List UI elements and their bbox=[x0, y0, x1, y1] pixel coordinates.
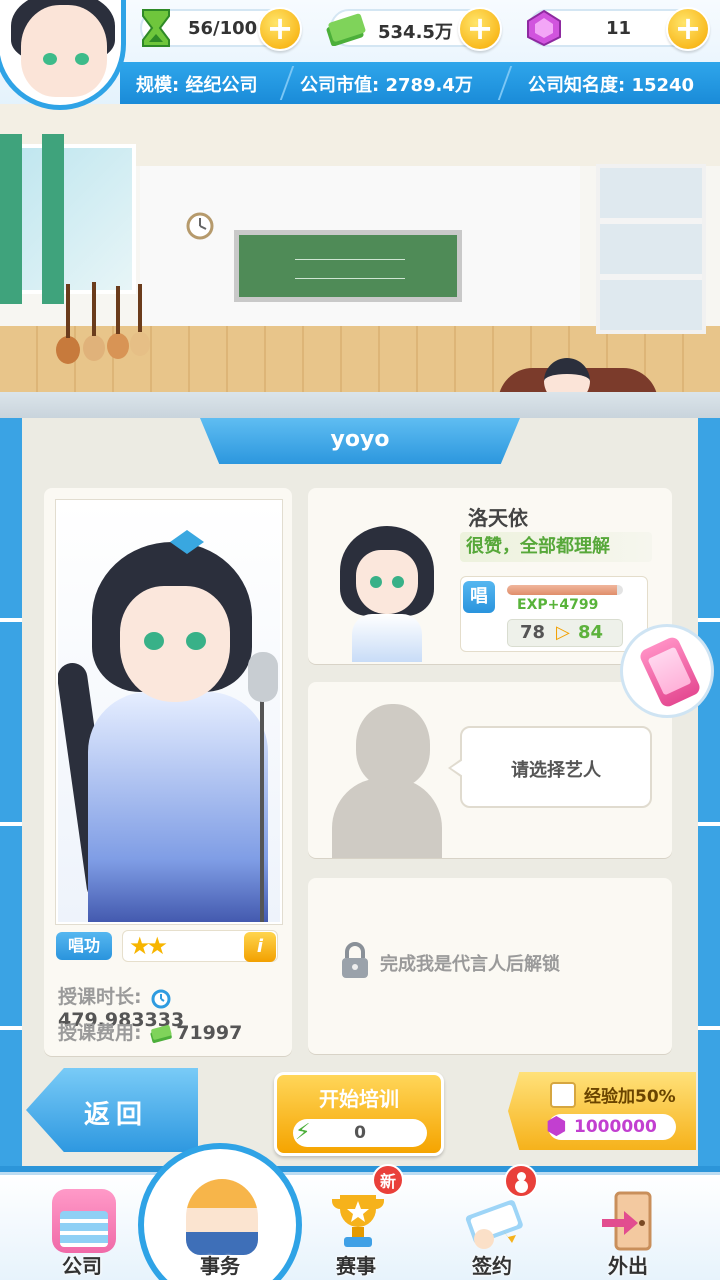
lesson-duration-label: 授课时长: bbox=[58, 986, 142, 1008]
trainer-comment: 很赞，全部都理解 bbox=[460, 532, 652, 562]
cash-stack-icon bbox=[324, 5, 368, 51]
trainer-avatar bbox=[332, 514, 442, 662]
training-panel: 唱功 ★★ i 授课时长: 479.983333 授课费用: 71997 洛天依… bbox=[0, 392, 720, 1172]
training-cost: ⚡ 0 bbox=[293, 1119, 427, 1147]
player-avatar[interactable] bbox=[0, 0, 126, 110]
add-gems-button[interactable]: + bbox=[666, 7, 710, 51]
contract-scroll-icon bbox=[465, 1200, 523, 1249]
nav-label-events: 赛事 bbox=[336, 1254, 376, 1278]
artist-portrait bbox=[56, 500, 282, 924]
alarm-clock-icon bbox=[151, 989, 171, 1008]
exp-bonus-option[interactable]: 经验加50% ⬢ 1000000 bbox=[508, 1072, 696, 1150]
nav-label-contract: 签约 bbox=[472, 1254, 512, 1278]
star-icons: ★★ bbox=[129, 932, 168, 960]
sing-skill-tag: 唱 bbox=[463, 581, 495, 613]
gem-value: 11 bbox=[606, 18, 632, 39]
locked-slot-text: 完成我是代言人后解锁 bbox=[380, 954, 560, 975]
artist-name-tab: yoyo bbox=[200, 418, 520, 464]
back-button[interactable]: 返回 bbox=[26, 1068, 198, 1152]
lesson-fee-row: 授课费用: 71997 bbox=[58, 1018, 242, 1045]
lesson-fee-value: 71997 bbox=[176, 1022, 243, 1044]
trainer-card: 洛天依 很赞，全部都理解 唱 EXP+4799 78 ▷ 84 bbox=[308, 488, 672, 664]
exp-gain: EXP+4799 bbox=[517, 597, 599, 613]
exit-door-icon bbox=[602, 1191, 652, 1251]
add-energy-button[interactable]: + bbox=[258, 7, 302, 51]
hourglass-icon bbox=[134, 5, 178, 51]
training-cost-value: 0 bbox=[354, 1123, 366, 1143]
trophy-shelf bbox=[596, 164, 706, 334]
nav-item-go-out[interactable]: 外出 bbox=[568, 1175, 688, 1280]
guitars-icon bbox=[56, 282, 150, 364]
nav-item-affairs[interactable]: 事务 bbox=[160, 1175, 280, 1280]
info-button[interactable]: i bbox=[244, 932, 276, 962]
manager-icon bbox=[186, 1179, 258, 1255]
money-counter: 534.5万 + bbox=[326, 7, 502, 51]
company-info-bar: 规模: 经纪公司 公司市值: 2789.4万 公司知名度: 15240 bbox=[120, 62, 720, 104]
gem-icon: ⬢ bbox=[546, 1112, 567, 1140]
company-building-icon bbox=[52, 1189, 116, 1253]
padlock-icon bbox=[342, 942, 368, 978]
back-button-label: 返回 bbox=[84, 1100, 149, 1130]
contract-notification-badge bbox=[504, 1164, 538, 1198]
exp-bonus-label: 经验加50% bbox=[584, 1087, 676, 1107]
locked-slot-card: 完成我是代言人后解锁 bbox=[308, 878, 672, 1054]
company-scale: 规模: 经纪公司 bbox=[136, 75, 258, 96]
energy-value: 56/100 bbox=[188, 18, 258, 39]
money-value: 534.5万 bbox=[378, 22, 453, 43]
company-fame: 公司知名度: 15240 bbox=[528, 75, 695, 96]
level-from: 78 bbox=[520, 622, 546, 643]
wall-clock-icon bbox=[186, 212, 214, 240]
bottom-nav: 公司 事务 赛事 签约 外出 bbox=[0, 1143, 720, 1280]
microphone-icon bbox=[248, 652, 278, 702]
trainer-name: 洛天依 bbox=[468, 506, 528, 530]
trophy-icon bbox=[332, 1195, 384, 1247]
skill-badge: 唱功 bbox=[56, 932, 112, 960]
add-money-button[interactable]: + bbox=[458, 7, 502, 51]
window bbox=[10, 144, 136, 294]
energy-counter: 56/100 + bbox=[140, 7, 302, 51]
exp-bonus-cost: ⬢ 1000000 bbox=[546, 1112, 676, 1140]
nav-item-company[interactable]: 公司 bbox=[22, 1175, 142, 1280]
arrow-right-icon: ▷ bbox=[556, 622, 570, 643]
select-artist-prompt: 请选择艺人 bbox=[511, 760, 601, 781]
exp-panel: 唱 EXP+4799 78 ▷ 84 bbox=[460, 576, 648, 652]
lesson-fee-label: 授课费用: bbox=[58, 1022, 142, 1044]
select-artist-bubble[interactable]: 请选择艺人 bbox=[448, 726, 652, 808]
start-training-button[interactable]: 开始培训 ⚡ 0 bbox=[274, 1072, 444, 1156]
level-change: 78 ▷ 84 bbox=[507, 619, 623, 647]
curtain-left bbox=[0, 134, 22, 304]
gem-icon bbox=[522, 5, 566, 51]
nav-label-go-out: 外出 bbox=[608, 1254, 648, 1278]
chalkboard bbox=[234, 230, 462, 302]
new-badge: 新 bbox=[372, 1164, 404, 1196]
artist-portrait-card: 唱功 ★★ i 授课时长: 479.983333 授课费用: 71997 bbox=[44, 488, 292, 1056]
top-bar: 56/100 + 534.5万 + 11 + 规模: 经纪公司 公司市值: 27… bbox=[0, 0, 720, 110]
exp-bonus-cost-value: 1000000 bbox=[574, 1117, 657, 1137]
level-to: 84 bbox=[578, 622, 604, 643]
start-training-label: 开始培训 bbox=[319, 1087, 399, 1111]
nav-label-affairs: 事务 bbox=[200, 1254, 240, 1278]
exp-progress-bar bbox=[507, 585, 623, 595]
gem-counter: 11 + bbox=[527, 7, 710, 51]
music-room-scene bbox=[0, 104, 720, 394]
cash-icon bbox=[150, 1024, 172, 1043]
curtain-right bbox=[42, 134, 64, 304]
nav-label-company: 公司 bbox=[62, 1254, 102, 1278]
phone-icon bbox=[637, 635, 703, 709]
phone-button[interactable] bbox=[620, 624, 714, 718]
empty-artist-silhouette bbox=[332, 778, 442, 858]
exp-bonus-checkbox[interactable] bbox=[550, 1082, 576, 1108]
artist-name: yoyo bbox=[330, 427, 390, 452]
company-market-value: 公司市值: 2789.4万 bbox=[300, 75, 473, 96]
artist-select-card[interactable]: 请选择艺人 bbox=[308, 682, 672, 858]
